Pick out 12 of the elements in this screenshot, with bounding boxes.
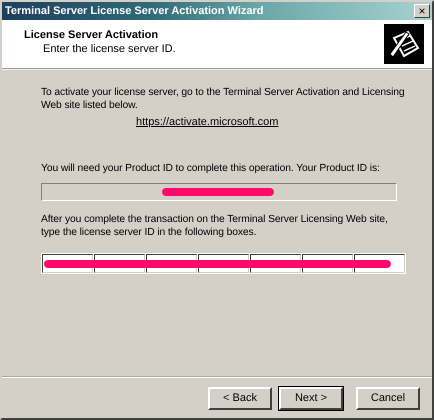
page-subtitle: Enter the license server ID. <box>42 43 176 55</box>
wizard-button[interactable]: Cancel <box>356 386 420 410</box>
close-button[interactable]: × <box>414 4 430 18</box>
certificate-pen-icon <box>384 24 424 64</box>
server-id-label: After you complete the transaction on the Terminal Server Licensing Web site, type the license server ID in the following boxes. <box>41 213 389 239</box>
window-title: Terminal Server License Server Activation Wizard <box>5 5 264 17</box>
wizard-button[interactable]: < Back <box>208 386 272 410</box>
product-id-label: You will need your Product ID to complete this operation. Your Product ID is: <box>41 162 381 175</box>
wizard-button[interactable]: Next > <box>279 386 343 410</box>
page-title: License Server Activation <box>24 29 160 41</box>
activation-link[interactable]: https://activate.microsoft.com <box>136 116 278 128</box>
instruction-text: To activate your license server, go to the Terminal Server Activation and Licensing Web site listed below. <box>41 86 406 112</box>
